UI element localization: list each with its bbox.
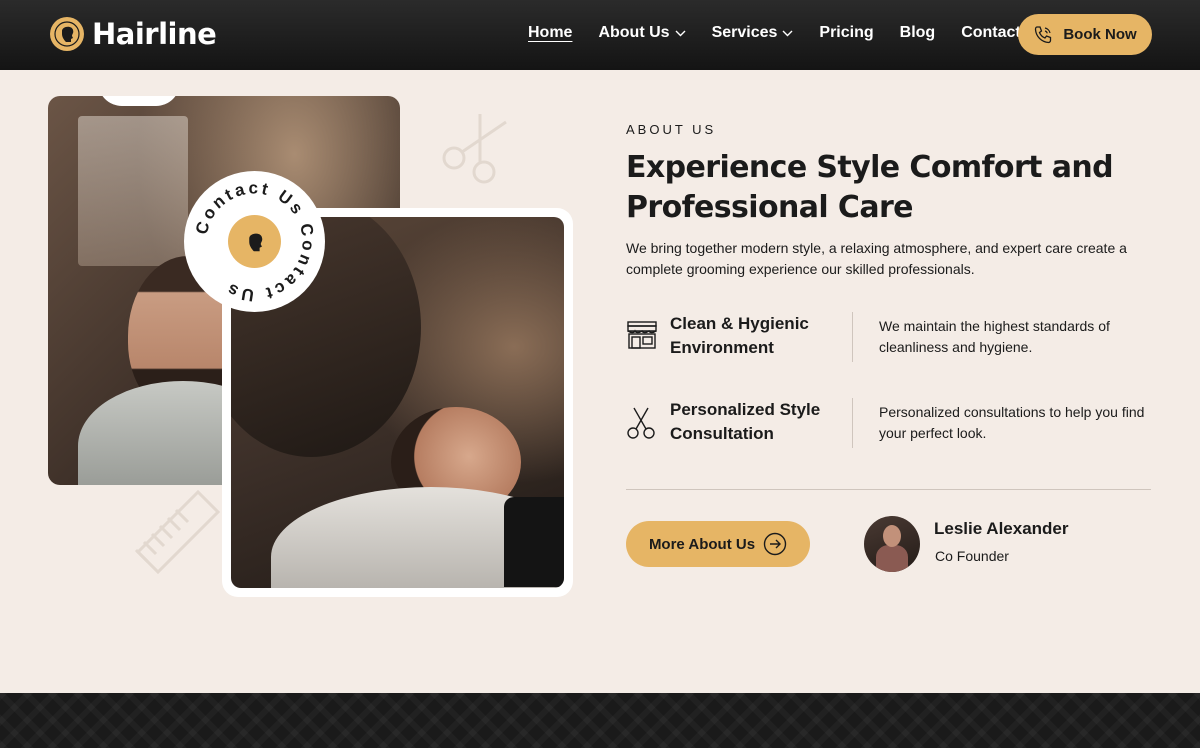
co-founder-avatar <box>864 516 920 572</box>
nav-about-label: About Us <box>598 24 670 41</box>
nav-home-link[interactable]: Home <box>528 24 572 42</box>
section-title: Experience Style Comfort and Professiona… <box>626 150 1114 225</box>
contact-us-badge[interactable]: Contact Us Contact Us <box>184 171 325 312</box>
book-now-button[interactable]: Book Now <box>1018 14 1152 55</box>
book-now-label: Book Now <box>1063 26 1137 43</box>
nav-blog-link[interactable]: Blog <box>900 24 936 42</box>
more-about-us-button[interactable]: More About Us <box>626 521 810 567</box>
feature-item: Personalized Style Consultation Personal… <box>626 398 1152 448</box>
feature-item: Clean & Hygienic Environment We maintain… <box>626 312 1152 362</box>
person-name: Leslie Alexander <box>934 519 1069 538</box>
feature-description: Personalized consultations to help you f… <box>879 404 1145 441</box>
top-navbar: Hairline Home About Us Services Pricing … <box>0 0 1200 70</box>
feature-divider <box>852 312 853 362</box>
barber-shop-icon <box>627 321 657 349</box>
more-about-us-label: More About Us <box>648 535 756 553</box>
brand-name: Hairline <box>92 17 217 51</box>
scissors-icon <box>627 407 655 439</box>
nav-home-label: Home <box>528 24 573 41</box>
nav-contact-link[interactable]: Contact <box>961 24 1021 42</box>
section-intro: We bring together modern style, a relaxi… <box>626 240 1127 277</box>
feature-title: Personalized Style Consultation <box>670 400 821 443</box>
nav-blog-label: Blog <box>899 24 936 41</box>
nav-pricing-link[interactable]: Pricing <box>819 24 873 42</box>
scissors-decoration-icon <box>442 114 507 184</box>
nav-services-label: Services <box>711 24 778 41</box>
barber-head-logo-icon <box>50 17 84 51</box>
chevron-down-icon <box>675 30 686 36</box>
chevron-down-icon <box>782 30 793 36</box>
brand-logo[interactable]: Hairline <box>50 17 217 51</box>
nav-about-link[interactable]: About Us <box>598 24 686 42</box>
next-section-band <box>0 693 1200 748</box>
person-role: Co Founder <box>935 548 1009 564</box>
nav-services-link[interactable]: Services <box>712 24 794 42</box>
main-menu: Home About Us Services Pricing Blog Cont… <box>528 24 1047 42</box>
nav-contact-label: Contact <box>961 24 1021 41</box>
feature-description: We maintain the highest standards of cle… <box>879 318 1110 355</box>
feature-title: Clean & Hygienic Environment <box>670 314 809 357</box>
section-divider <box>626 489 1151 490</box>
feature-divider <box>852 398 853 448</box>
nav-pricing-label: Pricing <box>819 24 874 41</box>
phone-icon <box>1035 25 1052 43</box>
section-eyebrow: ABOUT US <box>626 122 717 137</box>
barber-head-icon <box>228 215 281 268</box>
arrow-circle-right-icon <box>763 532 787 556</box>
comb-decoration-icon <box>134 489 221 575</box>
